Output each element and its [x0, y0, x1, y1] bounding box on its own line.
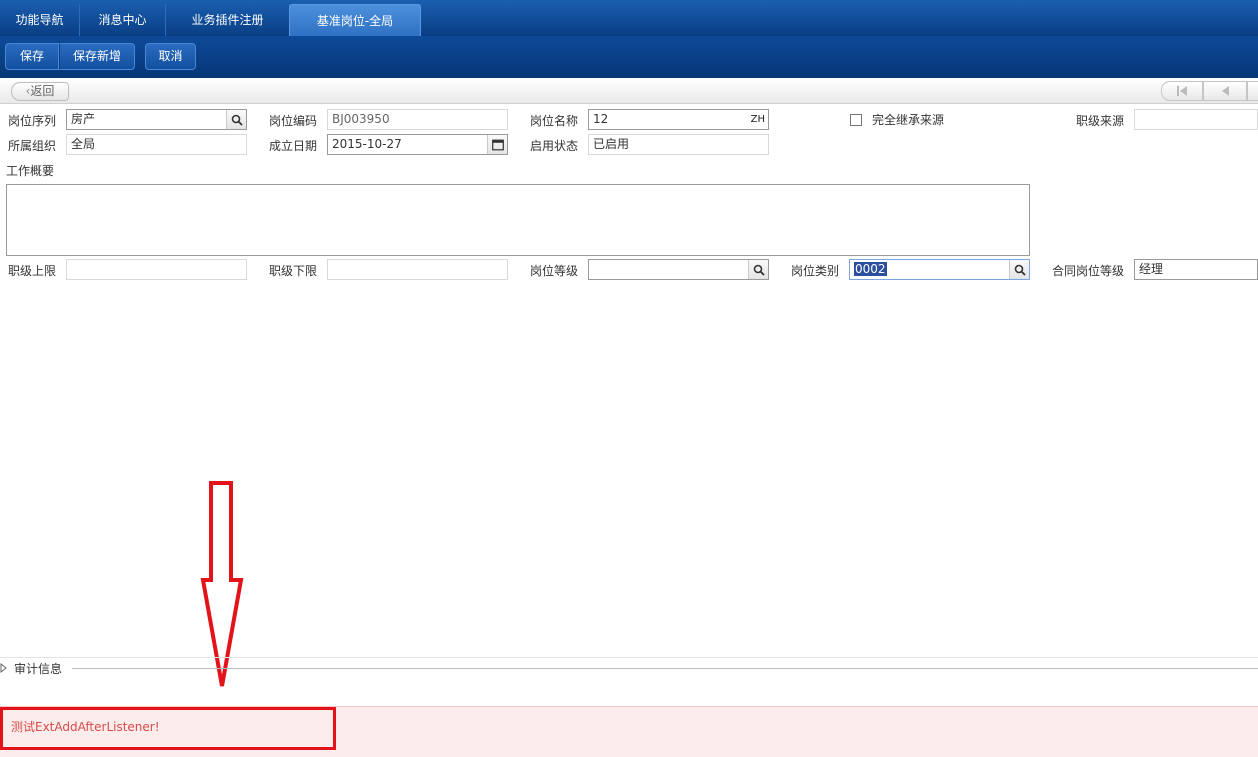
rank-source-field[interactable]: [1134, 109, 1258, 130]
skip-first-icon: [1177, 86, 1187, 96]
date-picker-button[interactable]: [487, 135, 507, 154]
inherit-source-checkbox[interactable]: [850, 114, 862, 126]
position-category-value: 0002: [854, 262, 887, 276]
triangle-left-icon: [1222, 86, 1229, 96]
position-sequence-search-button[interactable]: [226, 110, 246, 129]
rank-upper-label: 职级上限: [8, 264, 57, 278]
tab-benchmark-position[interactable]: 基准岗位-全局: [289, 4, 421, 36]
language-tag[interactable]: ZH: [751, 110, 765, 129]
established-date-field[interactable]: 2015-10-27: [327, 134, 508, 155]
established-date-label: 成立日期: [269, 139, 318, 153]
audit-divider-top: [0, 657, 1258, 658]
position-sequence-label: 岗位序列: [8, 114, 57, 128]
established-date-value: 2015-10-27: [332, 137, 402, 151]
position-code-field: BJ003950: [327, 109, 508, 130]
position-code-label: 岗位编码: [269, 114, 318, 128]
search-icon: [231, 114, 243, 126]
rank-source-label: 职级来源: [1076, 114, 1125, 128]
tab-plugin-registration[interactable]: 业务插件注册: [166, 4, 290, 36]
rank-upper-field[interactable]: [66, 259, 247, 280]
organization-label: 所属组织: [8, 139, 57, 153]
contract-grade-label: 合同岗位等级: [1052, 264, 1125, 278]
back-button[interactable]: ‹返回: [11, 82, 69, 101]
calendar-icon: [491, 139, 504, 150]
contract-grade-field[interactable]: 经理: [1134, 259, 1258, 280]
position-sequence-value: 房产: [71, 112, 96, 126]
position-category-search-button[interactable]: [1009, 260, 1029, 279]
tab-function-nav[interactable]: 功能导航: [0, 4, 80, 36]
tab-message-center[interactable]: 消息中心: [80, 4, 166, 36]
toolbar: 保存 保存新增 取消: [0, 36, 1258, 78]
tab-bar: 功能导航 消息中心 业务插件注册 基准岗位-全局: [0, 0, 1258, 36]
save-new-button[interactable]: 保存新增: [59, 43, 135, 70]
next-record-button[interactable]: [1247, 81, 1258, 101]
position-name-label: 岗位名称: [530, 114, 579, 128]
position-sequence-field[interactable]: 房产: [66, 109, 247, 130]
organization-field: 全局: [66, 134, 247, 155]
rank-lower-label: 职级下限: [269, 264, 318, 278]
first-record-button[interactable]: [1161, 81, 1203, 101]
position-grade-search-button[interactable]: [748, 260, 768, 279]
search-icon: [1014, 264, 1026, 276]
position-name-field[interactable]: 12 ZH: [588, 109, 769, 130]
audit-info-toggle[interactable]: 审计信息: [14, 659, 62, 679]
audit-divider: [72, 668, 1258, 669]
save-button[interactable]: 保存: [5, 43, 59, 70]
expand-arrow-icon[interactable]: [0, 663, 8, 673]
position-grade-field[interactable]: [588, 259, 769, 280]
inherit-source-label: 完全继承来源: [872, 113, 945, 127]
enable-status-label: 启用状态: [530, 139, 579, 153]
search-icon: [753, 264, 765, 276]
work-overview-textarea[interactable]: [6, 184, 1030, 256]
annotation-arrow-icon: [200, 481, 244, 687]
position-name-value: 12: [593, 112, 609, 126]
enable-status-field: 已启用: [588, 134, 769, 155]
position-category-label: 岗位类别: [791, 264, 840, 278]
page: 功能导航 消息中心 业务插件注册 基准岗位-全局 保存 保存新增 取消 ‹返回 …: [0, 0, 1258, 757]
work-overview-label: 工作概要: [6, 164, 55, 178]
back-label: 返回: [30, 84, 55, 98]
message-text: 测试ExtAddAfterListener!: [11, 720, 160, 734]
rank-lower-field[interactable]: [327, 259, 508, 280]
position-grade-label: 岗位等级: [530, 264, 579, 278]
previous-record-button[interactable]: [1203, 81, 1247, 101]
position-category-field[interactable]: 0002: [849, 259, 1030, 280]
cancel-button[interactable]: 取消: [145, 43, 196, 70]
nav-strip: ‹返回: [0, 78, 1258, 104]
